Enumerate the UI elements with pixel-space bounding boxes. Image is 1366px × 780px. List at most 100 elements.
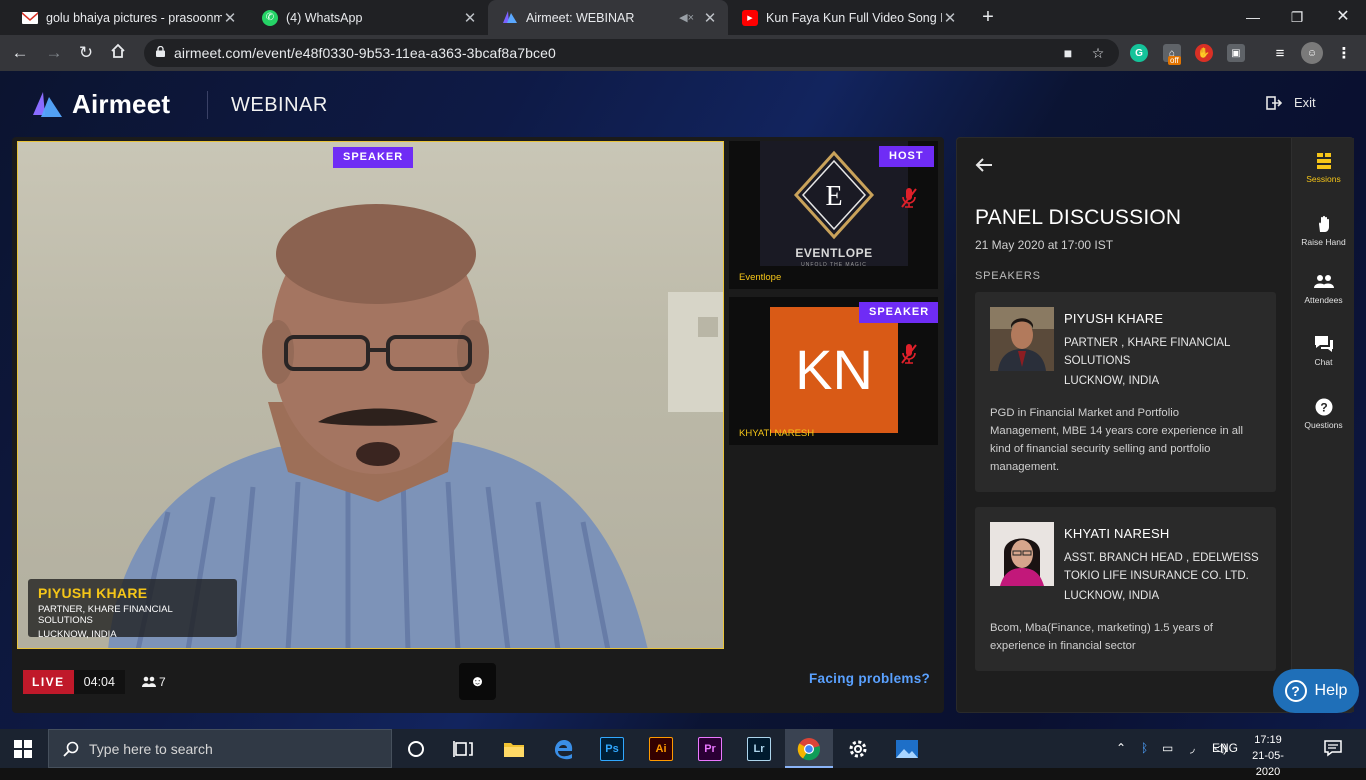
mic-muted-icon: [901, 344, 917, 364]
window-close-button[interactable]: ✕: [1332, 6, 1354, 28]
battery-icon[interactable]: ▭: [1162, 741, 1173, 755]
extension-icon[interactable]: ▣: [1227, 44, 1245, 62]
speaker-bio: Bcom, Mba(Finance, marketing) 1.5 years …: [990, 619, 1270, 655]
stage-area: SPEAKER PIYUSH KHARE PARTNER, KHARE FINA…: [12, 137, 944, 713]
chrome-menu-icon[interactable]: ⋮: [1335, 44, 1353, 62]
session-panel: PANEL DISCUSSION 21 May 2020 at 17:00 IS…: [956, 137, 1354, 713]
gmail-icon: [22, 10, 38, 26]
speaker-role-line: PARTNER , KHARE FINANCIAL: [1064, 337, 1231, 349]
header-divider: [207, 91, 208, 119]
host-video-tile[interactable]: E EVENTLOPE UNFOLD THE MAGIC HOST Eventl…: [729, 141, 938, 289]
notification-icon[interactable]: [1324, 739, 1342, 757]
close-icon[interactable]: ✕: [942, 9, 958, 27]
speaker-video-tile[interactable]: KN SPEAKER KHYATI NARESH: [729, 297, 938, 445]
speaker-video-frame: [108, 204, 723, 648]
taskbar-search[interactable]: Type here to search: [48, 729, 392, 768]
close-icon[interactable]: ✕: [222, 9, 238, 27]
host-badge: HOST: [879, 146, 934, 167]
bluetooth-icon[interactable]: ᛒ: [1141, 741, 1148, 755]
whatsapp-icon: ✆: [262, 9, 278, 26]
premiere-icon[interactable]: Pr: [698, 737, 722, 761]
lightroom-icon[interactable]: Lr: [747, 737, 771, 761]
rail-raise-hand[interactable]: Raise Hand: [1292, 215, 1355, 247]
chrome-icon[interactable]: [797, 737, 821, 761]
eventlope-letter: E: [825, 181, 842, 212]
eventlope-wordmark: EVENTLOPE: [795, 246, 873, 260]
new-tab-button[interactable]: +: [977, 6, 999, 28]
cortana-icon[interactable]: [404, 737, 428, 761]
speaker-initials-avatar: KN: [770, 307, 898, 433]
speaker-name-card: PIYUSH KHARE PARTNER, KHARE FINANCIAL SO…: [28, 579, 237, 640]
photoshop-icon[interactable]: Ps: [600, 737, 624, 761]
rail-attendees[interactable]: Attendees: [1292, 274, 1355, 305]
rail-chat[interactable]: Chat: [1292, 335, 1355, 367]
tab-airmeet[interactable]: Airmeet: WEBINAR ◀× ✕: [488, 0, 728, 35]
reload-button[interactable]: ↻: [75, 42, 97, 64]
speaker-photo: [990, 522, 1054, 586]
speaker-bio-line: experience in financial sector: [990, 640, 1136, 652]
panel-nav-rail: Sessions Raise Hand Attendees Chat ? Que…: [1291, 138, 1354, 712]
emoji-reaction-button[interactable]: ☻: [459, 663, 496, 700]
exit-button[interactable]: Exit: [1266, 95, 1316, 110]
task-view-icon[interactable]: [452, 737, 476, 761]
main-speaker-video[interactable]: SPEAKER PIYUSH KHARE PARTNER, KHARE FINA…: [17, 141, 724, 649]
speaker-location: LUCKNOW, INDIA: [1064, 590, 1160, 602]
tab-gmail[interactable]: golu bhaiya pictures - prasoonm ✕: [8, 0, 248, 35]
eventlope-tagline: UNFOLD THE MAGIC: [801, 262, 867, 268]
home-icon: [111, 43, 125, 58]
viewer-count: 7: [142, 675, 166, 689]
chevron-up-icon[interactable]: ⌃: [1116, 741, 1126, 755]
facing-problems-link[interactable]: Facing problems?: [809, 671, 930, 686]
airmeet-logo-icon: [33, 91, 62, 117]
rail-label: Raise Hand: [1301, 237, 1346, 247]
media-control-icon[interactable]: ≡: [1271, 44, 1289, 62]
speaker-role: PARTNER , KHARE FINANCIAL SOLUTIONS LUCK…: [1064, 334, 1264, 390]
back-arrow-icon[interactable]: [975, 157, 993, 173]
rail-label: Chat: [1314, 357, 1333, 367]
brand: Airmeet: [32, 89, 170, 120]
hand-icon: [1318, 215, 1329, 232]
viewer-count-value: 7: [159, 675, 166, 689]
camera-icon[interactable]: ■: [1060, 45, 1076, 61]
language-indicator[interactable]: ENG: [1212, 741, 1238, 755]
illustrator-icon[interactable]: Ai: [649, 737, 673, 761]
clock-time: 17:19: [1254, 734, 1282, 746]
tab-whatsapp[interactable]: ✆ (4) WhatsApp ✕: [248, 0, 488, 35]
rail-questions[interactable]: ? Questions: [1292, 398, 1355, 430]
speaker-name: PIYUSH KHARE: [1064, 311, 1164, 326]
speaker-title: PARTNER, KHARE FINANCIAL SOLUTIONS: [38, 604, 173, 626]
close-icon[interactable]: ✕: [702, 9, 718, 27]
close-icon[interactable]: ✕: [462, 9, 478, 27]
speaker-location: LUCKNOW, INDIA: [1064, 375, 1160, 387]
muted-speaker-icon[interactable]: ◀×: [679, 11, 694, 24]
event-type: WEBINAR: [231, 94, 328, 116]
rail-sessions[interactable]: Sessions: [1292, 152, 1355, 184]
file-explorer-icon[interactable]: [502, 737, 526, 761]
wifi-icon[interactable]: ◞: [1190, 741, 1195, 755]
help-icon: ?: [1284, 680, 1307, 702]
settings-gear-icon[interactable]: [846, 737, 870, 761]
clock[interactable]: 17:19 21-05-2020: [1244, 732, 1292, 780]
minimize-button[interactable]: —: [1242, 6, 1264, 28]
lock-icon: [156, 46, 165, 57]
speaker-card: KHYATI NARESH ASST. BRANCH HEAD , EDELWE…: [975, 507, 1276, 671]
address-bar[interactable]: airmeet.com/event/e48f0330-9b53-11ea-a36…: [144, 39, 1119, 67]
back-button[interactable]: ←: [9, 42, 31, 64]
windows-start-icon[interactable]: [14, 740, 32, 758]
browser-tab-strip: golu bhaiya pictures - prasoonm ✕ ✆ (4) …: [0, 0, 1366, 35]
profile-avatar[interactable]: ☺: [1301, 42, 1323, 64]
adblock-icon[interactable]: ✋: [1195, 44, 1213, 62]
speaker-role: ASST. BRANCH HEAD , EDELWEISS TOKIO LIFE…: [1064, 549, 1264, 605]
star-icon[interactable]: ☆: [1090, 45, 1106, 61]
restore-button[interactable]: ❐: [1286, 6, 1308, 28]
mic-muted-icon: [901, 188, 917, 208]
grammarly-icon[interactable]: G: [1130, 44, 1148, 62]
windows-taskbar: Type here to search Ps Ai Pr Lr ⌃ ᛒ ▭ ◞ …: [0, 729, 1366, 778]
forward-button[interactable]: →: [43, 42, 65, 64]
tab-youtube[interactable]: ▶ Kun Faya Kun Full Video Song Ro ✕: [728, 0, 968, 35]
home-button[interactable]: [107, 42, 129, 64]
edge-icon[interactable]: [552, 737, 576, 761]
help-button[interactable]: ? Help: [1273, 669, 1359, 713]
chat-icon: [1314, 336, 1333, 352]
photos-icon[interactable]: [895, 737, 919, 761]
